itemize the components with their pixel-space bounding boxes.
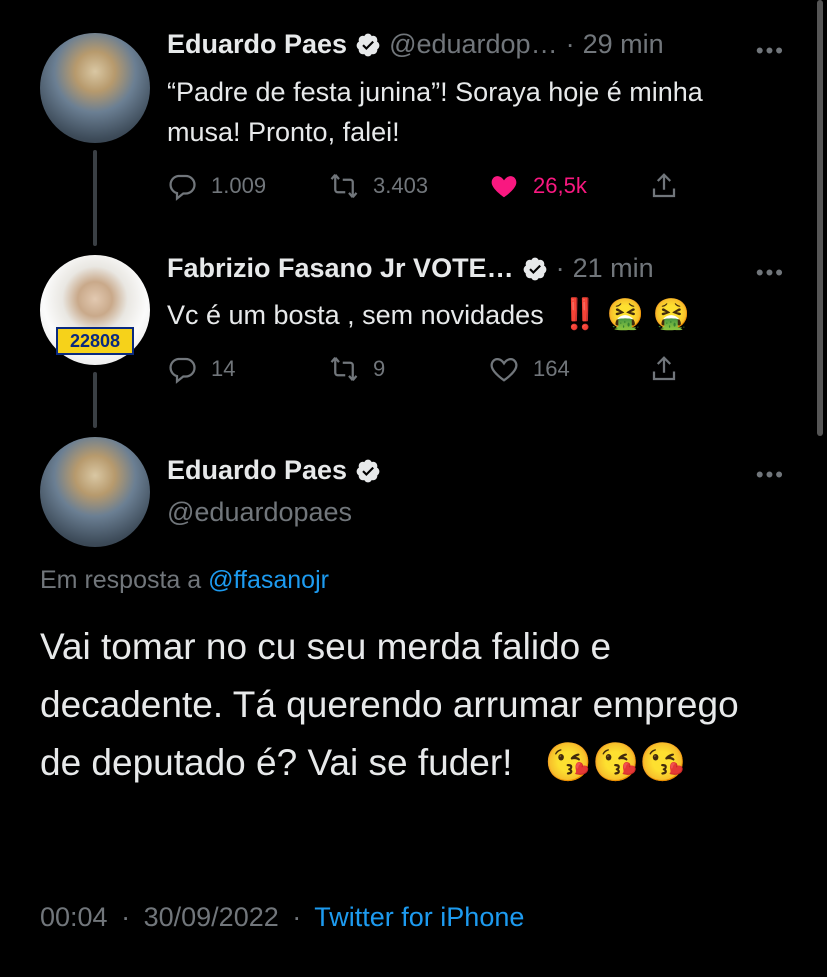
tweet-source-link[interactable]: Twitter for iPhone [314, 902, 524, 932]
author-name[interactable]: Eduardo Paes [167, 455, 347, 486]
tweet-emojis: ‼️ 🤮 🤮 [561, 298, 690, 331]
like-button[interactable]: 164 [489, 354, 649, 384]
retweet-icon [330, 357, 358, 381]
tweet-actions: 1.009 3.403 26,5k [167, 171, 693, 201]
share-icon [652, 356, 676, 381]
tweet-meta: 00:04 · 30/09/2022 · Twitter for iPhone [40, 902, 524, 933]
author-name[interactable]: Eduardo Paes [167, 29, 347, 60]
main-tweet-emojis: 😘😘😘 [544, 742, 687, 784]
retweet-count: 3.403 [373, 173, 429, 198]
share-icon [652, 173, 676, 198]
more-icon[interactable]: ••• [756, 38, 785, 64]
tweet-header: Eduardo Paes [167, 455, 389, 486]
tweet-text: “Padre de festa junina”! Soraya hoje é m… [167, 77, 703, 147]
avatar-badge-number: 22808 [56, 327, 134, 355]
separator-dot: · [121, 902, 131, 932]
thread-line [93, 372, 97, 428]
retweet-button[interactable]: 3.403 [329, 171, 489, 201]
tweet-header: Eduardo Paes @eduardop… · 29 min [167, 29, 664, 60]
reply-context: Em resposta a @ffasanojr [40, 566, 329, 595]
tweet-actions: 14 9 164 [167, 354, 693, 384]
reply-button[interactable]: 1.009 [167, 171, 329, 201]
tweet-time[interactable]: 21 min [573, 253, 654, 284]
author-handle[interactable]: @eduardop… [389, 29, 558, 60]
separator-dot: · [292, 902, 302, 932]
verified-icon [523, 257, 546, 280]
tweet-timestamp[interactable]: 00:04 [40, 902, 108, 932]
more-icon[interactable]: ••• [756, 462, 785, 488]
avatar[interactable] [40, 33, 150, 143]
author-handle[interactable]: @eduardopaes [167, 497, 352, 528]
like-icon [491, 176, 517, 198]
verified-icon [356, 459, 380, 482]
retweet-icon [330, 174, 358, 198]
reply-handle-link[interactable]: @ffasanojr [208, 566, 329, 594]
tweet-text: Vc é um bosta , sem novidades [167, 300, 544, 330]
thread-line [93, 150, 97, 246]
tweet-time[interactable]: 29 min [583, 29, 664, 60]
like-count: 164 [533, 356, 570, 381]
verified-icon [356, 33, 380, 56]
reply-button[interactable]: 14 [167, 354, 329, 384]
tweet-header: Fabrizio Fasano Jr VOTE… · 21 min [167, 253, 654, 284]
separator-dot: · [565, 29, 575, 59]
share-button[interactable] [649, 171, 693, 201]
main-tweet-body: Vai tomar no cu seu merda falido e decad… [40, 618, 760, 792]
reply-icon [169, 357, 196, 384]
share-button[interactable] [649, 354, 693, 384]
reply-icon [169, 174, 196, 201]
tweet-text-line: Vc é um bosta , sem novidades ‼️ 🤮 🤮 [167, 295, 767, 335]
scrollbar[interactable] [817, 0, 823, 436]
separator-dot: · [555, 253, 565, 283]
more-icon[interactable]: ••• [756, 260, 785, 286]
reply-prefix: Em resposta a [40, 566, 202, 594]
avatar[interactable] [40, 437, 150, 547]
author-name[interactable]: Fabrizio Fasano Jr VOTE… [167, 253, 514, 284]
reply-count: 14 [211, 356, 236, 381]
retweet-count: 9 [373, 356, 386, 381]
reply-count: 1.009 [211, 173, 267, 198]
like-icon [490, 358, 518, 382]
tweet-date[interactable]: 30/09/2022 [144, 902, 279, 932]
like-count: 26,5k [533, 173, 587, 198]
like-button[interactable]: 26,5k [489, 171, 649, 201]
retweet-button[interactable]: 9 [329, 354, 489, 384]
